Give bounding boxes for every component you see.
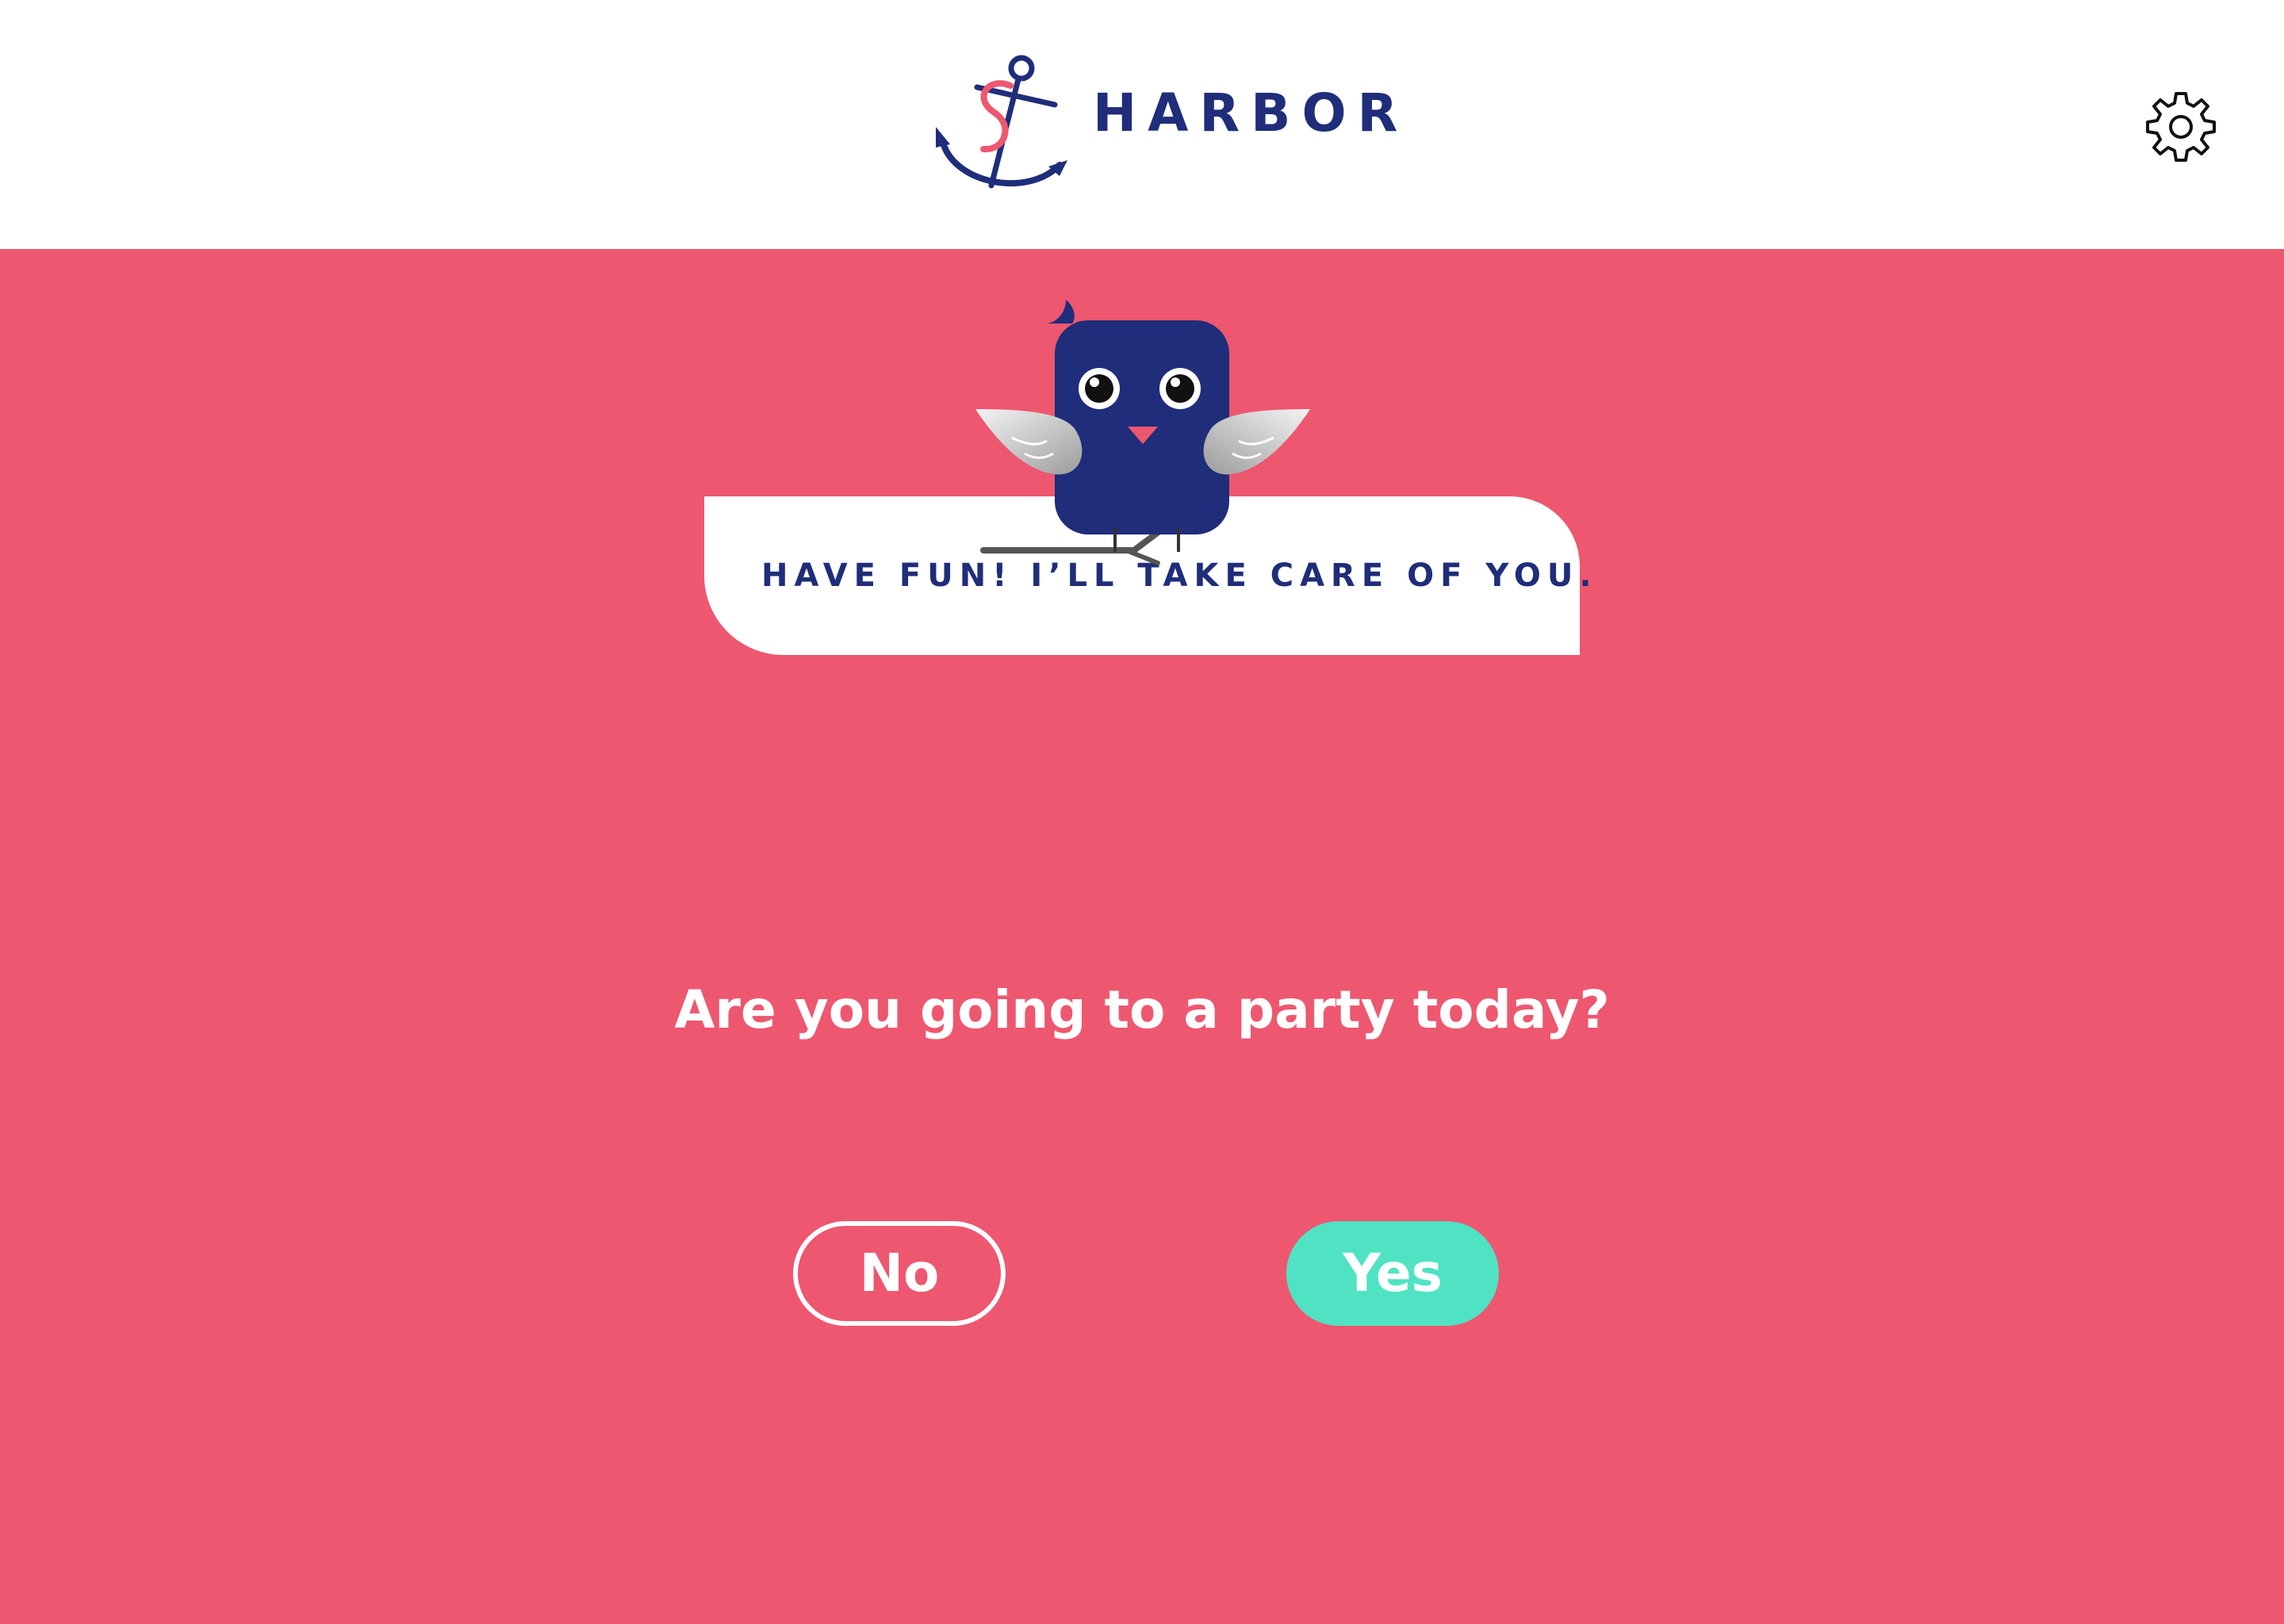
yes-button-label: Yes bbox=[1343, 1243, 1443, 1304]
no-button-label: No bbox=[859, 1243, 940, 1304]
brand-name: HARBOR bbox=[1093, 82, 1409, 144]
gear-icon bbox=[2146, 92, 2216, 162]
question-text: Are you going to a party today? bbox=[674, 979, 1610, 1040]
settings-button[interactable] bbox=[2141, 87, 2221, 167]
yes-button[interactable]: Yes bbox=[1286, 1221, 1499, 1326]
app-header: HARBOR bbox=[0, 0, 2284, 249]
bird-mascot-icon bbox=[975, 300, 1310, 565]
anchor-logo-icon bbox=[936, 55, 1067, 189]
main-panel: HAVE FUN! I’LL TAKE CARE OF YOU. Are you… bbox=[0, 249, 2284, 1624]
no-button[interactable]: No bbox=[793, 1221, 1006, 1326]
brand: HARBOR bbox=[933, 51, 1397, 203]
